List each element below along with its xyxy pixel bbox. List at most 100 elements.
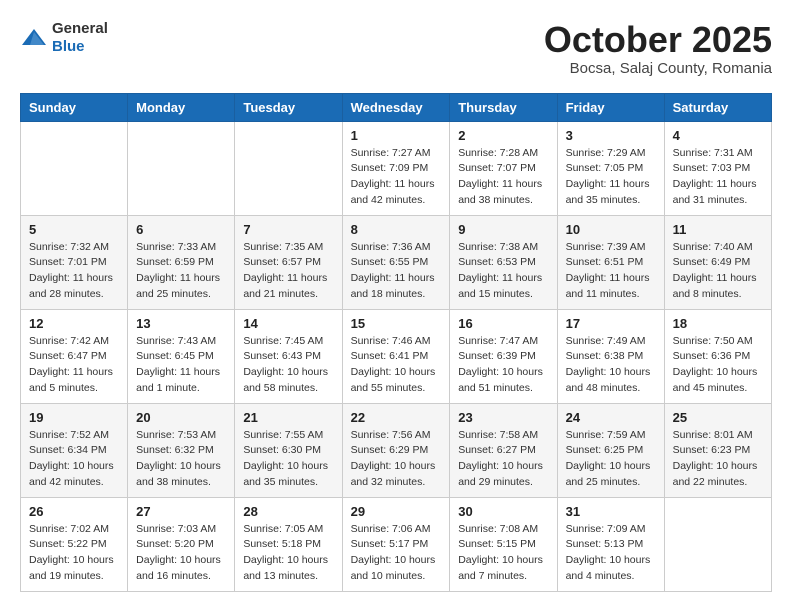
day-number: 17: [566, 316, 656, 331]
calendar-header-thursday: Thursday: [450, 93, 557, 121]
day-info: Sunrise: 7:43 AMSunset: 6:45 PMDaylight:…: [136, 334, 226, 397]
day-info: Sunrise: 7:46 AMSunset: 6:41 PMDaylight:…: [351, 334, 442, 397]
calendar-cell: [128, 121, 235, 215]
logo-text-blue: Blue: [52, 38, 85, 55]
day-info: Sunrise: 7:56 AMSunset: 6:29 PMDaylight:…: [351, 428, 442, 491]
day-number: 14: [243, 316, 333, 331]
day-info: Sunrise: 7:03 AMSunset: 5:20 PMDaylight:…: [136, 522, 226, 585]
calendar-cell: 23 Sunrise: 7:58 AMSunset: 6:27 PMDayligh…: [450, 403, 557, 497]
logo: General Blue: [20, 20, 108, 56]
calendar-cell: 5 Sunrise: 7:32 AMSunset: 7:01 PMDaylight…: [21, 215, 128, 309]
day-number: 27: [136, 504, 226, 519]
day-info: Sunrise: 7:32 AMSunset: 7:01 PMDaylight:…: [29, 240, 119, 303]
day-number: 25: [673, 410, 763, 425]
calendar-cell: 8 Sunrise: 7:36 AMSunset: 6:55 PMDaylight…: [342, 215, 450, 309]
day-number: 10: [566, 222, 656, 237]
calendar-header-friday: Friday: [557, 93, 664, 121]
calendar-cell: [21, 121, 128, 215]
calendar-cell: 6 Sunrise: 7:33 AMSunset: 6:59 PMDaylight…: [128, 215, 235, 309]
day-number: 22: [351, 410, 442, 425]
calendar-cell: 24Sunrise: 7:59 AMSunset: 6:25 PMDayligh…: [557, 403, 664, 497]
calendar-cell: 4Sunrise: 7:31 AMSunset: 7:03 PMDaylight…: [664, 121, 771, 215]
day-number: 7: [243, 222, 333, 237]
calendar-cell: 22 Sunrise: 7:56 AMSunset: 6:29 PMDayligh…: [342, 403, 450, 497]
calendar-week-row: 26 Sunrise: 7:02 AMSunset: 5:22 PMDayligh…: [21, 497, 772, 591]
calendar-cell: 18Sunrise: 7:50 AMSunset: 6:36 PMDayligh…: [664, 309, 771, 403]
calendar-cell: 10 Sunrise: 7:39 AMSunset: 6:51 PMDayligh…: [557, 215, 664, 309]
calendar-week-row: 19 Sunrise: 7:52 AMSunset: 6:34 PMDayligh…: [21, 403, 772, 497]
day-number: 1: [351, 128, 442, 143]
calendar-cell: 31Sunrise: 7:09 AMSunset: 5:13 PMDayligh…: [557, 497, 664, 591]
day-number: 16: [458, 316, 548, 331]
day-number: 11: [673, 222, 763, 237]
day-info: Sunrise: 7:40 AMSunset: 6:49 PMDaylight:…: [673, 240, 763, 303]
calendar-table: SundayMondayTuesdayWednesdayThursdayFrid…: [20, 93, 772, 592]
day-number: 13: [136, 316, 226, 331]
calendar-week-row: 12 Sunrise: 7:42 AMSunset: 6:47 PMDayligh…: [21, 309, 772, 403]
calendar-cell: 28 Sunrise: 7:05 AMSunset: 5:18 PMDayligh…: [235, 497, 342, 591]
calendar-cell: 21 Sunrise: 7:55 AMSunset: 6:30 PMDayligh…: [235, 403, 342, 497]
calendar-cell: [664, 497, 771, 591]
calendar-week-row: 1 Sunrise: 7:27 AMSunset: 7:09 PMDaylight…: [21, 121, 772, 215]
day-info: Sunrise: 7:05 AMSunset: 5:18 PMDaylight:…: [243, 522, 333, 585]
day-number: 29: [351, 504, 442, 519]
calendar-cell: 7 Sunrise: 7:35 AMSunset: 6:57 PMDaylight…: [235, 215, 342, 309]
calendar-cell: 1 Sunrise: 7:27 AMSunset: 7:09 PMDaylight…: [342, 121, 450, 215]
day-number: 12: [29, 316, 119, 331]
calendar-cell: 25 Sunrise: 8:01 AMSunset: 6:23 PMDayligh…: [664, 403, 771, 497]
day-info: Sunrise: 7:45 AMSunset: 6:43 PMDaylight:…: [243, 334, 333, 397]
calendar-cell: 20 Sunrise: 7:53 AMSunset: 6:32 PMDayligh…: [128, 403, 235, 497]
day-info: Sunrise: 7:31 AMSunset: 7:03 PMDaylight:…: [673, 146, 763, 209]
day-number: 5: [29, 222, 119, 237]
day-info: Sunrise: 7:39 AMSunset: 6:51 PMDaylight:…: [566, 240, 656, 303]
day-number: 30: [458, 504, 548, 519]
day-number: 21: [243, 410, 333, 425]
calendar-cell: 12 Sunrise: 7:42 AMSunset: 6:47 PMDayligh…: [21, 309, 128, 403]
day-number: 2: [458, 128, 548, 143]
calendar-cell: 15Sunrise: 7:46 AMSunset: 6:41 PMDayligh…: [342, 309, 450, 403]
day-info: Sunrise: 7:27 AMSunset: 7:09 PMDaylight:…: [351, 146, 442, 209]
day-info: Sunrise: 7:06 AMSunset: 5:17 PMDaylight:…: [351, 522, 442, 585]
calendar-header-row: SundayMondayTuesdayWednesdayThursdayFrid…: [21, 93, 772, 121]
day-info: Sunrise: 7:08 AMSunset: 5:15 PMDaylight:…: [458, 522, 548, 585]
day-info: Sunrise: 7:28 AMSunset: 7:07 PMDaylight:…: [458, 146, 548, 209]
calendar-cell: 27 Sunrise: 7:03 AMSunset: 5:20 PMDayligh…: [128, 497, 235, 591]
title-block: October 2025 Bocsa, Salaj County, Romani…: [544, 20, 772, 77]
calendar-cell: 26 Sunrise: 7:02 AMSunset: 5:22 PMDayligh…: [21, 497, 128, 591]
day-info: Sunrise: 7:36 AMSunset: 6:55 PMDaylight:…: [351, 240, 442, 303]
calendar-header-sunday: Sunday: [21, 93, 128, 121]
calendar-cell: 9Sunrise: 7:38 AMSunset: 6:53 PMDaylight…: [450, 215, 557, 309]
day-info: Sunrise: 7:02 AMSunset: 5:22 PMDaylight:…: [29, 522, 119, 585]
day-number: 20: [136, 410, 226, 425]
day-number: 8: [351, 222, 442, 237]
month-title: October 2025: [544, 20, 772, 60]
calendar-cell: 14 Sunrise: 7:45 AMSunset: 6:43 PMDayligh…: [235, 309, 342, 403]
day-number: 28: [243, 504, 333, 519]
calendar-cell: [235, 121, 342, 215]
calendar-cell: 17 Sunrise: 7:49 AMSunset: 6:38 PMDayligh…: [557, 309, 664, 403]
day-info: Sunrise: 7:59 AMSunset: 6:25 PMDaylight:…: [566, 428, 656, 491]
day-info: Sunrise: 7:29 AMSunset: 7:05 PMDaylight:…: [566, 146, 656, 209]
calendar-header-wednesday: Wednesday: [342, 93, 450, 121]
calendar-header-saturday: Saturday: [664, 93, 771, 121]
day-number: 19: [29, 410, 119, 425]
day-info: Sunrise: 7:47 AMSunset: 6:39 PMDaylight:…: [458, 334, 548, 397]
day-number: 6: [136, 222, 226, 237]
day-info: Sunrise: 7:52 AMSunset: 6:34 PMDaylight:…: [29, 428, 119, 491]
day-info: Sunrise: 7:35 AMSunset: 6:57 PMDaylight:…: [243, 240, 333, 303]
day-info: Sunrise: 7:33 AMSunset: 6:59 PMDaylight:…: [136, 240, 226, 303]
logo-text-general: General: [52, 20, 108, 37]
day-info: Sunrise: 7:42 AMSunset: 6:47 PMDaylight:…: [29, 334, 119, 397]
calendar-cell: 13 Sunrise: 7:43 AMSunset: 6:45 PMDayligh…: [128, 309, 235, 403]
day-number: 23: [458, 410, 548, 425]
day-info: Sunrise: 7:55 AMSunset: 6:30 PMDaylight:…: [243, 428, 333, 491]
day-info: Sunrise: 8:01 AMSunset: 6:23 PMDaylight:…: [673, 428, 763, 491]
day-info: Sunrise: 7:53 AMSunset: 6:32 PMDaylight:…: [136, 428, 226, 491]
calendar-cell: 29 Sunrise: 7:06 AMSunset: 5:17 PMDayligh…: [342, 497, 450, 591]
calendar-cell: 11 Sunrise: 7:40 AMSunset: 6:49 PMDayligh…: [664, 215, 771, 309]
calendar-cell: 19 Sunrise: 7:52 AMSunset: 6:34 PMDayligh…: [21, 403, 128, 497]
day-info: Sunrise: 7:49 AMSunset: 6:38 PMDaylight:…: [566, 334, 656, 397]
day-info: Sunrise: 7:58 AMSunset: 6:27 PMDaylight:…: [458, 428, 548, 491]
day-number: 26: [29, 504, 119, 519]
day-info: Sunrise: 7:09 AMSunset: 5:13 PMDaylight:…: [566, 522, 656, 585]
